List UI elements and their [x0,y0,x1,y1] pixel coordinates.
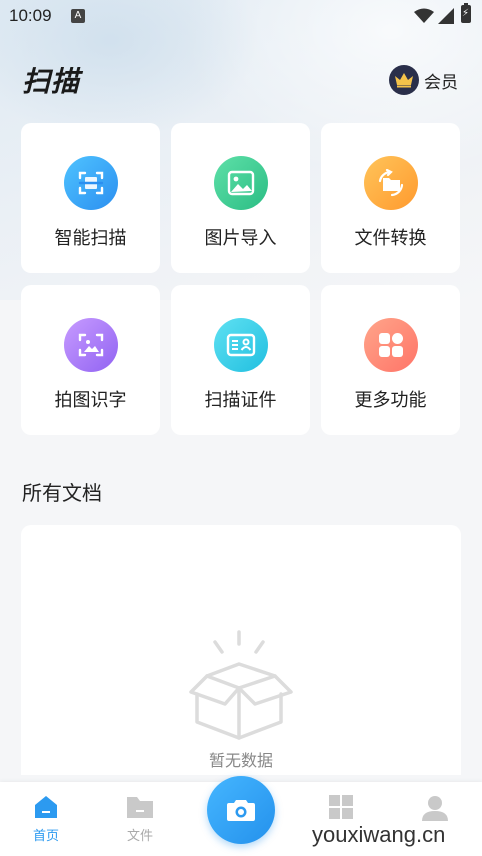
feature-label: 更多功能 [354,390,427,411]
crown-icon [389,65,419,95]
camera-icon [227,800,255,821]
home-icon [35,796,57,818]
feature-file-convert[interactable]: 文件转换 [321,123,460,273]
vip-label: 会员 [424,72,458,93]
feature-more[interactable]: 更多功能 [321,285,460,435]
watermark: youxiwang.cn [312,822,446,847]
feature-photo-ocr[interactable]: 拍图识字 [21,285,160,435]
grid-apps-icon [363,318,418,372]
image-text-icon [63,318,118,372]
status-time: 10:09 [9,6,52,25]
image-icon [213,156,268,210]
feature-scan-id[interactable]: 扫描证件 [171,285,310,435]
feature-grid: 智能扫描 图片导入 文件转换 拍图识字 扫描证件 更多功能 [21,123,461,435]
feature-label: 扫描证件 [204,390,277,411]
wifi-icon [414,8,434,23]
apps-icon [329,795,353,819]
feature-label: 智能扫描 [54,228,127,249]
feature-label: 图片导入 [204,228,277,249]
folder-convert-icon [363,156,418,210]
id-card-icon [213,318,268,372]
section-title-documents: 所有文档 [22,481,102,505]
scan-frame-icon [63,156,118,210]
signal-icon [438,8,454,24]
nav-home[interactable]: 首页 [11,794,81,844]
empty-state-text: 暂无数据 [208,751,273,770]
nav-label: 首页 [32,829,59,844]
nav-files[interactable]: 文件 [105,794,175,844]
camera-button[interactable] [207,776,275,844]
nav-apps[interactable] [306,794,376,825]
vip-button[interactable]: 会员 [389,64,458,96]
empty-box-icon [189,630,293,740]
nav-label: 文件 [126,829,153,844]
status-bar: 10:09 A ⚡ [0,0,482,34]
feature-label: 拍图识字 [54,390,127,411]
document-list[interactable]: 暂无数据 [21,525,461,775]
feature-image-import[interactable]: 图片导入 [171,123,310,273]
page-title: 扫描 [22,65,81,98]
battery-charging-icon: ⚡ [461,3,471,23]
folder-icon [127,797,153,818]
feature-label: 文件转换 [354,228,427,249]
feature-smart-scan[interactable]: 智能扫描 [21,123,160,273]
notification-badge: A [71,9,85,23]
user-icon [422,796,448,821]
